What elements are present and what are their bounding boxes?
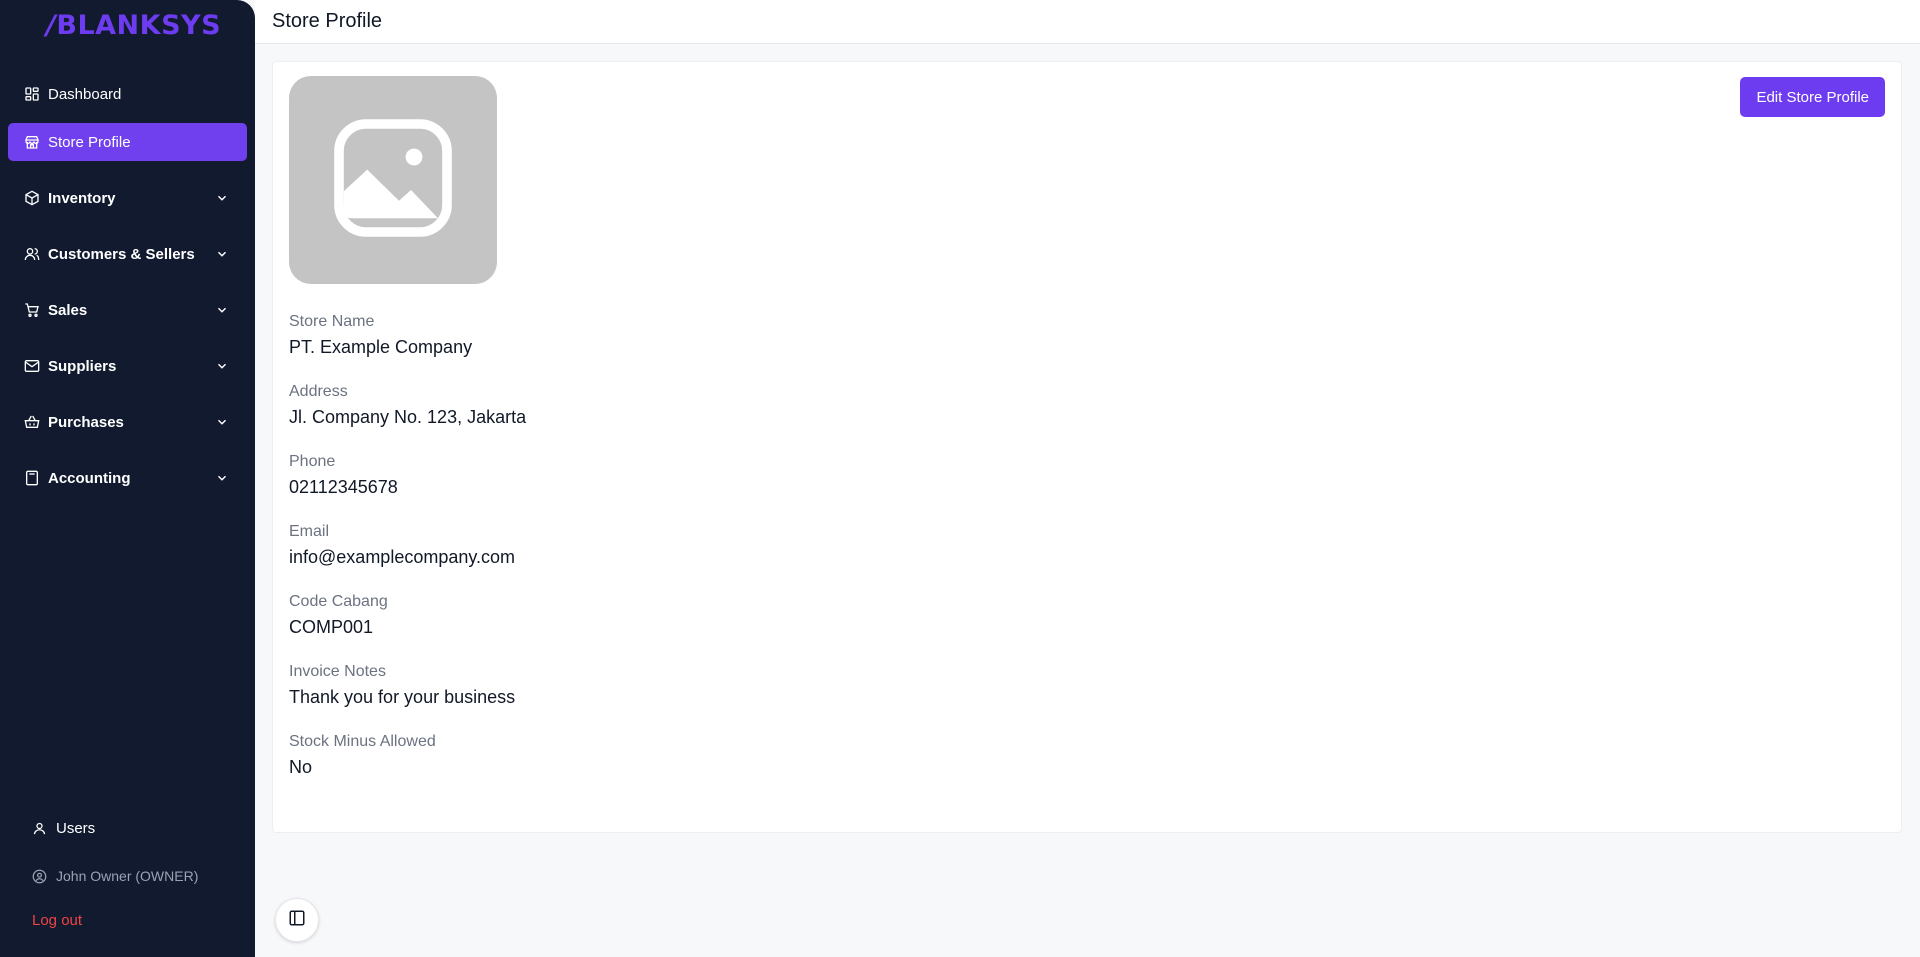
sidebar-bottom: Users John Owner (OWNER) Log out bbox=[0, 816, 255, 930]
mail-icon bbox=[24, 358, 40, 374]
sidebar-nav: Dashboard Store Profile Inventory Custom… bbox=[8, 75, 247, 497]
sidebar-item-inventory[interactable]: Inventory bbox=[8, 179, 247, 217]
sidebar-item-label: Store Profile bbox=[48, 133, 131, 151]
field-label: Address bbox=[289, 383, 348, 400]
sidebar-item-label: Purchases bbox=[48, 413, 124, 431]
nav-group: Purchases bbox=[8, 403, 247, 441]
sidebar-panel-icon bbox=[288, 909, 306, 932]
sidebar-item-label: Accounting bbox=[48, 469, 131, 487]
field-stock-minus-allowed: Stock Minus Allowed No bbox=[289, 732, 526, 778]
logout-link[interactable]: Log out bbox=[0, 912, 255, 929]
field-code-cabang: Code Cabang COMP001 bbox=[289, 592, 526, 638]
field-value: 02112345678 bbox=[289, 477, 398, 497]
field-value: Jl. Company No. 123, Jakarta bbox=[289, 407, 527, 427]
sidebar-item-sales[interactable]: Sales bbox=[8, 291, 247, 329]
cart-icon bbox=[24, 302, 40, 318]
sidebar-item-label: Dashboard bbox=[48, 85, 122, 103]
field-value: PT. Example Company bbox=[289, 337, 473, 357]
users-label: Users bbox=[56, 819, 96, 837]
sidebar-item-store-profile[interactable]: Store Profile bbox=[8, 123, 247, 161]
sidebar-item-label: Suppliers bbox=[48, 357, 117, 375]
sidebar-item-dashboard[interactable]: Dashboard bbox=[8, 75, 247, 113]
logo-text: BLANKSYS bbox=[56, 10, 222, 41]
page-title: Store Profile bbox=[272, 10, 383, 32]
sidebar-item-accounting[interactable]: Accounting bbox=[8, 459, 247, 497]
field-label: Phone bbox=[289, 453, 336, 470]
user-icon bbox=[32, 821, 47, 836]
field-label: Stock Minus Allowed bbox=[289, 733, 436, 750]
field-value: COMP001 bbox=[289, 617, 374, 637]
current-user-name: John Owner (OWNER) bbox=[56, 868, 199, 884]
basket-icon bbox=[24, 414, 40, 430]
field-address: Address Jl. Company No. 123, Jakarta bbox=[289, 382, 526, 428]
store-profile-card: Edit Store Profile Store Name PT. Exampl… bbox=[272, 61, 1902, 833]
sidebar-item-label: Customers & Sellers bbox=[48, 245, 195, 263]
chevron-down-icon bbox=[215, 471, 229, 485]
chevron-down-icon bbox=[215, 247, 229, 261]
field-value: Thank you for your business bbox=[289, 687, 516, 707]
field-label: Code Cabang bbox=[289, 593, 388, 610]
field-value: No bbox=[289, 757, 313, 777]
profile-fields: Store Name PT. Example Company Address J… bbox=[289, 312, 526, 802]
logo-mark: / bbox=[46, 10, 57, 41]
field-invoice-notes: Invoice Notes Thank you for your busines… bbox=[289, 662, 526, 708]
topbar: Store Profile bbox=[255, 0, 1920, 44]
field-phone: Phone 02112345678 bbox=[289, 452, 526, 498]
nav-group: Inventory bbox=[8, 179, 247, 217]
main-content: Store Profile Edit Store Profile Store N… bbox=[255, 0, 1920, 957]
store-icon bbox=[24, 134, 40, 150]
users-icon bbox=[24, 246, 40, 262]
field-label: Email bbox=[289, 523, 330, 540]
dashboard-icon bbox=[24, 86, 40, 102]
chevron-down-icon bbox=[215, 303, 229, 317]
nav-group: Suppliers bbox=[8, 347, 247, 385]
sidebar-item-label: Sales bbox=[48, 301, 88, 319]
field-label: Store Name bbox=[289, 313, 375, 330]
sidebar-item-label: Inventory bbox=[48, 189, 116, 207]
user-circle-icon bbox=[32, 869, 47, 884]
field-value: info@examplecompany.com bbox=[289, 547, 516, 567]
calculator-icon bbox=[24, 470, 40, 486]
nav-group: Accounting bbox=[8, 459, 247, 497]
sidebar-toggle-button[interactable] bbox=[275, 898, 319, 942]
logo[interactable]: /BLANKSYS bbox=[46, 10, 221, 41]
app: /BLANKSYS Dashboard Store Profile Invent… bbox=[0, 0, 1920, 957]
sidebar: /BLANKSYS Dashboard Store Profile Invent… bbox=[0, 0, 255, 957]
chevron-down-icon bbox=[215, 359, 229, 373]
nav-group: Sales bbox=[8, 291, 247, 329]
sidebar-item-users[interactable]: Users bbox=[0, 816, 255, 840]
image-placeholder-icon bbox=[321, 106, 465, 255]
store-image bbox=[289, 76, 497, 284]
sidebar-item-purchases[interactable]: Purchases bbox=[8, 403, 247, 441]
sidebar-item-customers-sellers[interactable]: Customers & Sellers bbox=[8, 235, 247, 273]
field-email: Email info@examplecompany.com bbox=[289, 522, 526, 568]
nav-group: Customers & Sellers bbox=[8, 235, 247, 273]
current-user: John Owner (OWNER) bbox=[0, 864, 255, 888]
edit-store-profile-button[interactable]: Edit Store Profile bbox=[1740, 77, 1885, 117]
chevron-down-icon bbox=[215, 415, 229, 429]
box-icon bbox=[24, 190, 40, 206]
sidebar-item-suppliers[interactable]: Suppliers bbox=[8, 347, 247, 385]
field-store-name: Store Name PT. Example Company bbox=[289, 312, 526, 358]
chevron-down-icon bbox=[215, 191, 229, 205]
field-label: Invoice Notes bbox=[289, 663, 386, 680]
